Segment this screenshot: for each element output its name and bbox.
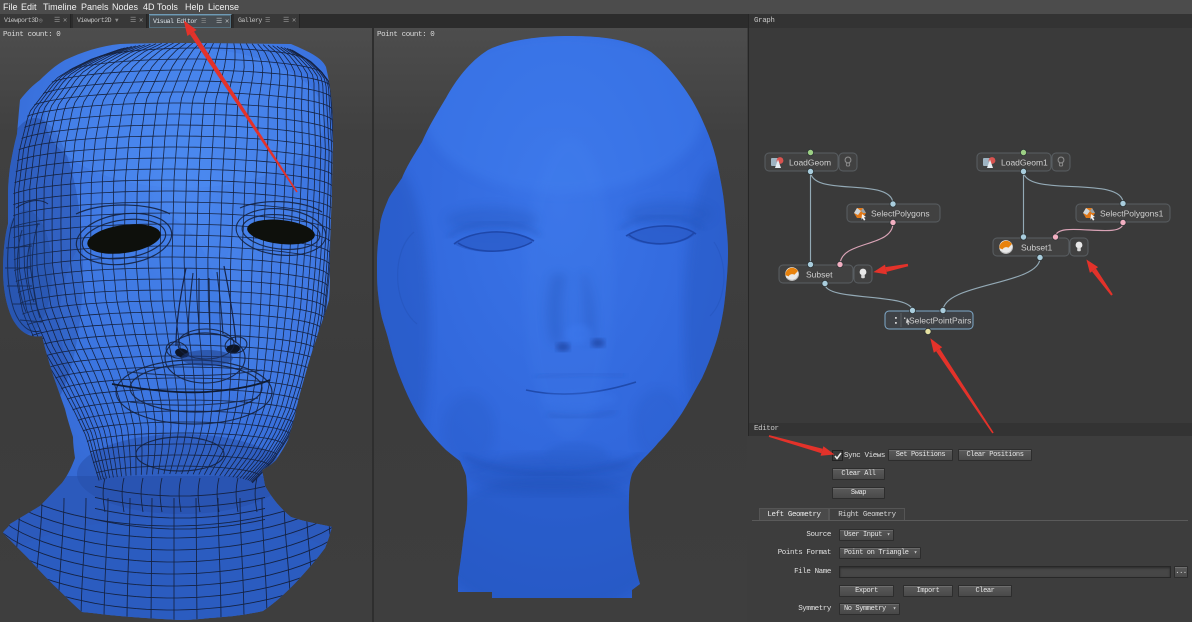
svg-text:LoadGeom: LoadGeom xyxy=(789,158,831,168)
svg-text:LoadGeom1: LoadGeom1 xyxy=(1001,158,1048,168)
svg-text:Subset1: Subset1 xyxy=(1021,243,1052,253)
svg-text:SelectPolygons1: SelectPolygons1 xyxy=(1100,209,1164,219)
svg-text:Subset: Subset xyxy=(806,270,833,280)
svg-text:SelectPointPairs: SelectPointPairs xyxy=(909,316,971,326)
svg-text:SelectPolygons: SelectPolygons xyxy=(871,209,930,219)
